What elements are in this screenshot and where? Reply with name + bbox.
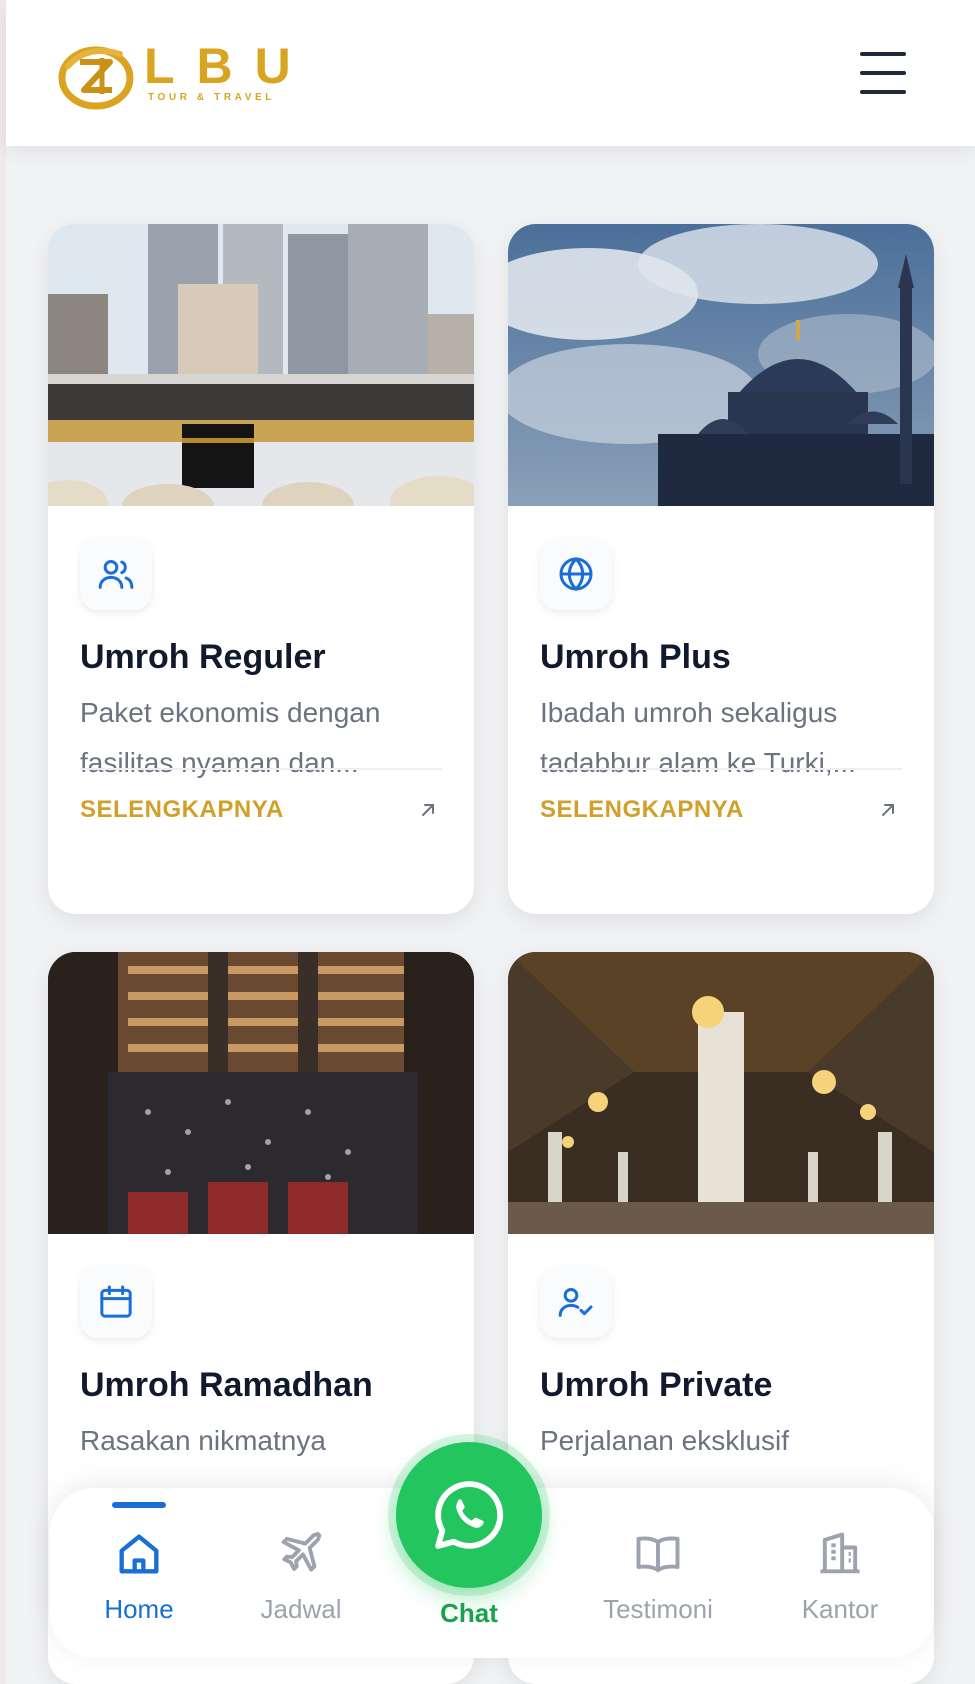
nav-label: Kantor [801,1594,879,1624]
chat-label[interactable]: Chat [396,1598,542,1629]
nav-home[interactable]: Home [64,1528,214,1628]
card-description: Paket ekonomis dengan fasilitas nyaman d… [80,688,440,788]
card-description-line: Paket ekonomis dengan [80,697,381,728]
users-icon [98,560,134,589]
card-title: Umroh Reguler [80,638,326,676]
card-description-line: tadabbur alam ke Turki,... [540,747,856,778]
menu-line-icon [860,90,906,94]
package-card-umroh-plus[interactable]: Umroh Plus Ibadah umroh sekaligus tadabb… [508,224,934,914]
read-more-link[interactable]: SELENGKAPNYA [80,796,284,824]
grand-mosque-interior-photo [508,952,934,1234]
card-divider [80,768,442,770]
logo-mark-icon [58,46,134,110]
active-tab-indicator [112,1502,166,1508]
nav-testimoni[interactable]: Testimoni [583,1528,733,1628]
menu-line-icon [860,52,906,56]
nav-kantor[interactable]: Kantor [765,1528,915,1628]
arrow-up-right-icon[interactable] [876,798,900,822]
hamburger-menu-button[interactable] [854,48,912,98]
card-icon-box [80,538,152,610]
card-description: Perjalanan eksklusif [540,1416,900,1466]
card-description-line: fasilitas nyaman dan... [80,747,359,778]
whatsapp-icon [435,1481,504,1549]
book-open-icon [636,1536,680,1573]
menu-line-icon [860,71,906,75]
card-icon-box [540,538,612,610]
nav-label: Testimoni [603,1594,713,1624]
nav-jadwal[interactable]: Jadwal [226,1528,376,1628]
arrow-up-right-icon[interactable] [416,798,440,822]
home-icon [119,1534,159,1574]
istiqlal-mosque-photo [48,952,474,1234]
read-more-link[interactable]: SELENGKAPNYA [540,796,744,824]
top-header: LBU TOUR & TRAVEL [6,0,975,146]
brand-tagline: TOUR & TRAVEL [148,92,275,103]
nav-label: Jadwal [260,1594,342,1624]
card-description: Rasakan nikmatnya [80,1416,440,1466]
card-icon-box [80,1266,152,1338]
user-check-icon [558,1288,593,1317]
card-description-line: Ibadah umroh sekaligus [540,697,838,728]
office-building-icon [820,1532,860,1574]
card-description: Ibadah umroh sekaligus tadabbur alam ke … [540,688,900,788]
blue-mosque-photo [508,224,934,506]
kaaba-photo [48,224,474,506]
brand-name: LBU [144,38,313,94]
card-icon-box [540,1266,612,1338]
whatsapp-chat-button[interactable] [396,1442,542,1588]
card-title: Umroh Private [540,1366,773,1404]
card-title: Umroh Plus [540,638,731,676]
calendar-icon [100,1285,132,1318]
globe-icon [559,556,593,592]
card-description-line: Rasakan nikmatnya [80,1425,326,1456]
card-description-line: Perjalanan eksklusif [540,1425,790,1456]
package-card-umroh-reguler[interactable]: Umroh Reguler Paket ekonomis dengan fasi… [48,224,474,914]
card-divider [540,768,902,770]
brand-logo[interactable]: LBU TOUR & TRAVEL [58,36,298,112]
nav-label: Home [104,1594,174,1624]
card-title: Umroh Ramadhan [80,1366,373,1404]
airplane-icon [281,1531,322,1572]
